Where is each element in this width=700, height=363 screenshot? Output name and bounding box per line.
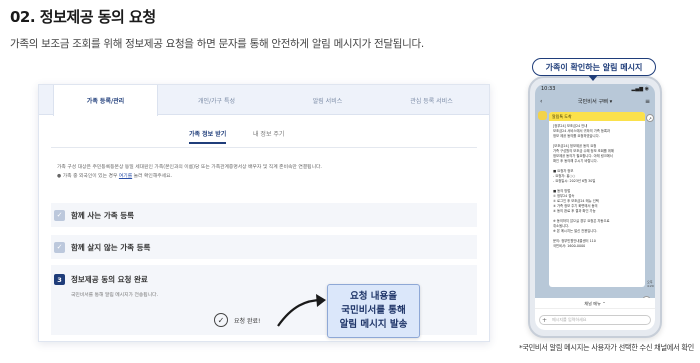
phone-screen: 10:33 ▂▄▆ ◉ ‹ 국민비서 구삐 ▾ ≡ 알림톡 도착 [정부24] …: [535, 84, 655, 330]
callout-line1: 요청 내용을: [349, 291, 397, 302]
request-done-label: 요청 완료!: [234, 317, 261, 325]
tab-interest-service[interactable]: 관심 등록 서비스: [379, 85, 484, 115]
footnote: *국민비서 알림 메시지는 사용자가 선택한 수신 채널에서 확인: [518, 343, 694, 352]
status-bar: 10:33 ▂▄▆ ◉: [541, 86, 649, 92]
channel-avatar: [538, 111, 547, 120]
step-2[interactable]: ✓ 함께 살지 않는 가족 등록: [51, 235, 477, 259]
tab-bar: 가족 등록/관리 개인/가구 특성 알림 서비스 관심 등록 서비스: [39, 85, 489, 116]
browser-card: 가족 등록/관리 개인/가구 특성 알림 서비스 관심 등록 서비스 가족 정보…: [38, 84, 490, 342]
step-1[interactable]: ✓ 함께 사는 가족 등록: [51, 203, 477, 227]
bubble-header: 알림톡 도착: [549, 112, 645, 121]
menu-icon[interactable]: ≡: [645, 98, 650, 105]
notice-text: 가족 구성 대상은 주민등록등본상 동일 세대원인 가족(본인과의 이름)당 또…: [57, 163, 471, 189]
subtab-give-info[interactable]: 내 정보 주기: [253, 129, 284, 138]
tab-family-manage[interactable]: 가족 등록/관리: [53, 85, 158, 116]
subtabs: 가족 정보 받기 내 정보 주기: [39, 129, 489, 147]
chat-header: ‹ 국민비서 구삐 ▾ ≡: [535, 95, 655, 108]
step-1-label: 함께 사는 가족 등록: [71, 210, 135, 220]
phone-mockup: 10:33 ▂▄▆ ◉ ‹ 국민비서 구삐 ▾ ≡ 알림톡 도착 [정부24] …: [528, 76, 662, 338]
phone-label: 가족이 확인하는 알림 메시지: [532, 58, 656, 76]
message-input[interactable]: + 메시지를 입력하세요: [539, 315, 651, 325]
chat-title[interactable]: 국민비서 구삐 ▾: [578, 98, 613, 105]
callout-line3: 알림 메시지 발송: [339, 319, 408, 330]
subtab-receive-info[interactable]: 가족 정보 받기: [189, 129, 227, 144]
request-done: ✓ 요청 완료!: [214, 313, 260, 327]
notice-link[interactable]: 여기를: [119, 174, 132, 179]
status-icons: ▂▄▆ ◉: [631, 86, 650, 92]
message-time: 오후 4:20: [647, 280, 654, 288]
check-icon: ✓: [54, 209, 65, 221]
message-input-placeholder: 메시지를 입력하세요: [552, 317, 587, 322]
section-description: 가족의 보조금 조회를 위해 정보제공 요청을 하면 문자를 통해 안전하게 알…: [10, 38, 424, 50]
channel-menu-button[interactable]: 채널 메뉴 ⌃: [535, 298, 655, 309]
tab-personal-traits[interactable]: 개인/가구 특성: [164, 85, 269, 115]
callout-box: 요청 내용을 국민비서를 통해 알림 메시지 발송: [327, 284, 420, 338]
notice-line2-prefix: 가족 중 외국인이 있는 경우: [62, 174, 119, 179]
divider: [51, 147, 477, 148]
notice-line2-suffix: 눌러 확인해주세요.: [132, 174, 173, 179]
check-icon: ✓: [54, 241, 65, 253]
notice-line2: ● 가족 중 외국인이 있는 경우 여기를 눌러 확인해주세요.: [57, 174, 173, 179]
step-2-label: 함께 살지 않는 가족 등록: [71, 242, 151, 252]
share-icon[interactable]: ↗: [646, 114, 654, 122]
input-bar: 채널 메뉴 ⌃ + 메시지를 입력하세요: [535, 298, 655, 330]
plus-icon[interactable]: +: [542, 317, 547, 324]
back-icon[interactable]: ‹: [540, 98, 542, 105]
section-title: 02. 정보제공 동의 요청: [10, 8, 156, 26]
status-time: 10:33: [541, 86, 556, 92]
phone-label-tail: [588, 75, 598, 81]
check-circle-icon: ✓: [214, 313, 228, 327]
step-3-label: 정보제공 동의 요청 완료: [71, 275, 148, 284]
message-bubble: 알림톡 도착 [정부24] 보조금24 안내 보조금24 서비스에서 귀하의 가…: [549, 112, 645, 287]
step-3-number: 3: [54, 274, 65, 285]
tab-alert-service[interactable]: 알림 서비스: [275, 85, 380, 115]
step-3-sub: 국민비서를 통해 알림 메시지가 전송됩니다.: [71, 293, 159, 298]
message-body: [정부24] 보조금24 안내 보조금24 서비스에서 귀하의 가족 등록과 정…: [553, 124, 614, 248]
callout-line2: 국민비서를 통해: [341, 305, 406, 316]
arrow-icon: [277, 294, 326, 327]
notice-line1: 가족 구성 대상은 주민등록등본상 동일 세대원인 가족(본인과의 이름)당 또…: [57, 165, 322, 170]
